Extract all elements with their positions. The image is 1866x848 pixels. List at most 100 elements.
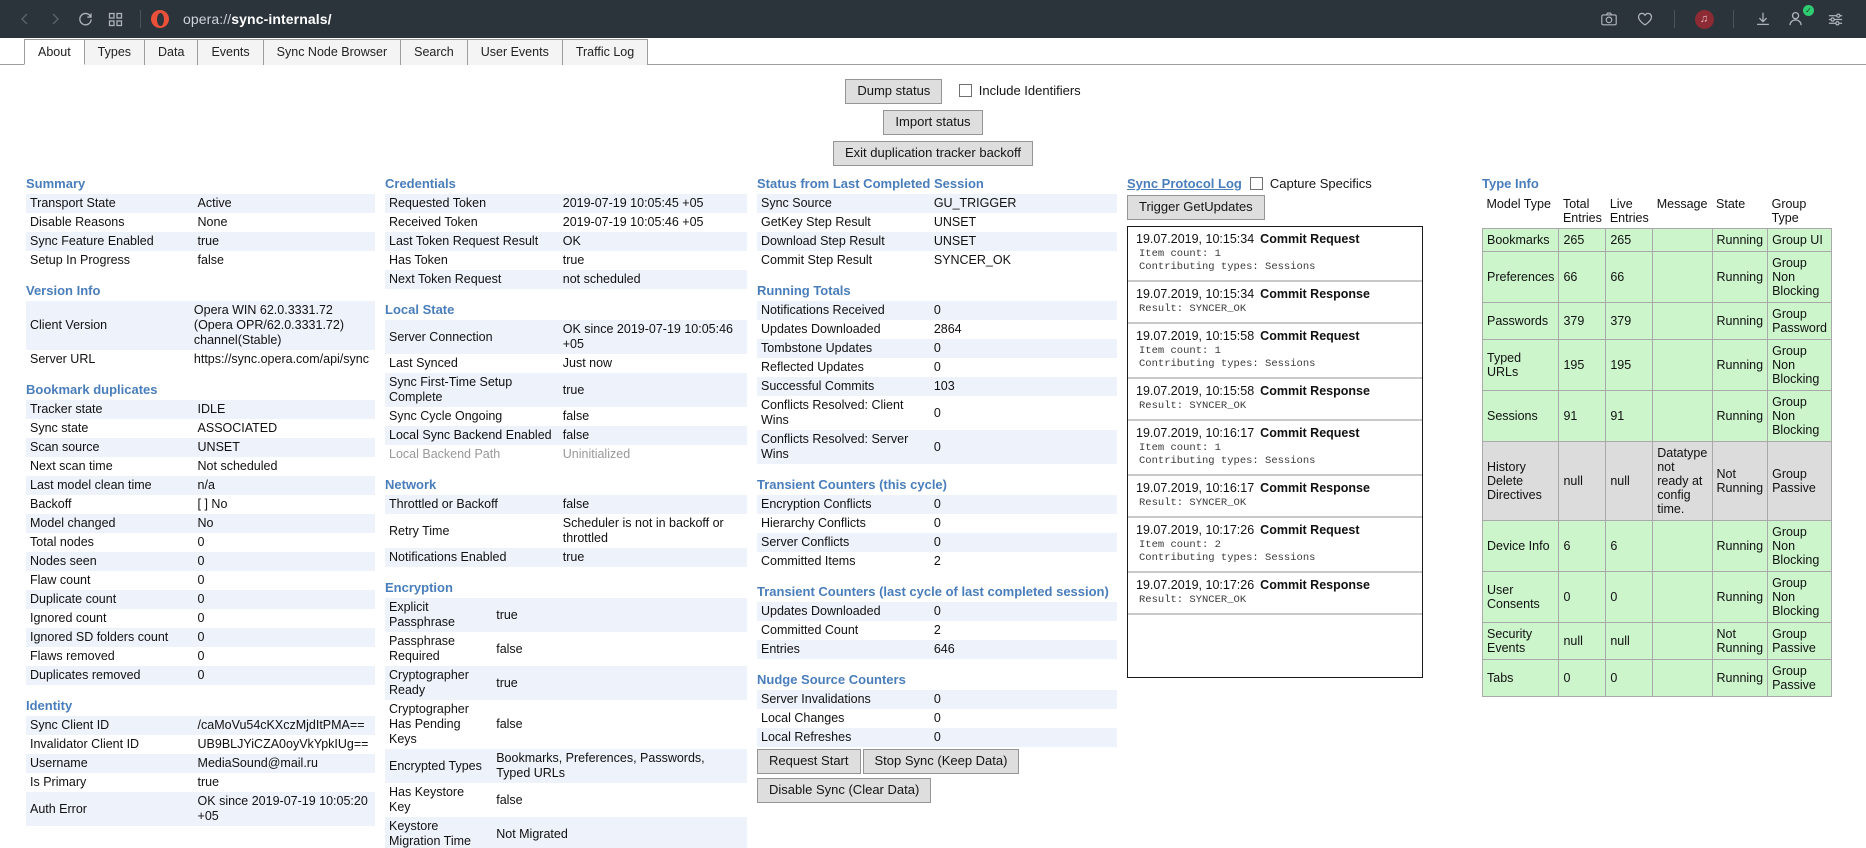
protocol-log-entry[interactable]: 19.07.2019, 10:15:34 Commit Response Resul… — [1128, 282, 1422, 324]
row-key: Hierarchy Conflicts — [757, 514, 930, 533]
protocol-log-entry[interactable]: 19.07.2019, 10:15:58 Commit Response Resul… — [1128, 379, 1422, 421]
protocol-log-list[interactable]: 19.07.2019, 10:15:34 Commit Request Item c… — [1127, 226, 1423, 678]
row-key: Backoff — [26, 495, 194, 514]
cell-live-entries: 265 — [1605, 228, 1654, 252]
row-key: Entries — [757, 640, 930, 659]
row-value: 0 — [193, 571, 375, 590]
table-row: Server URL https://sync.opera.com/api/syn… — [26, 350, 375, 369]
include-identifiers-checkbox[interactable] — [958, 84, 972, 98]
tab-traffic-log[interactable]: Traffic Log — [561, 39, 649, 65]
row-value: Not Migrated — [492, 817, 747, 848]
type-info-row: History Delete Directives null null Datatyp… — [1481, 441, 1832, 521]
log-entry-header: 19.07.2019, 10:17:26 Commit Request — [1136, 523, 1416, 537]
type-info-body: Bookmarks 265 265 Running Group UI Preference… — [1481, 228, 1832, 697]
tab-types[interactable]: Types — [83, 39, 146, 65]
trigger-getupdates-button[interactable]: Trigger GetUpdates — [1127, 195, 1265, 220]
tab-events[interactable]: Events — [197, 39, 264, 65]
row-key: Notifications Received — [757, 301, 930, 320]
camera-icon[interactable] — [1592, 4, 1626, 34]
forward-arrow-icon[interactable] — [40, 4, 70, 34]
tab-sync-node-browser[interactable]: Sync Node Browser — [262, 39, 402, 65]
row-value: 0 — [929, 709, 1117, 728]
row-key: Explicit Passphrase — [385, 598, 493, 632]
music-note-icon[interactable]: ♫ — [1687, 4, 1721, 34]
tab-data[interactable]: Data — [144, 39, 199, 65]
row-value: 2019-07-19 10:05:45 +05 — [558, 194, 747, 213]
row-value: UB9BLJYiCZA0oyVkYpkIUg== — [193, 735, 375, 754]
table-row: Setup In Progress false — [26, 251, 375, 270]
th-message: Message — [1652, 194, 1713, 229]
stop-sync-button[interactable]: Stop Sync (Keep Data) — [862, 749, 1020, 774]
row-value: 2019-07-19 10:05:46 +05 — [558, 213, 747, 232]
cell-message — [1652, 390, 1713, 442]
easy-setup-sliders-icon[interactable] — [1818, 4, 1852, 34]
reload-icon[interactable] — [70, 4, 100, 34]
log-entry-header: 19.07.2019, 10:16:17 Commit Response — [1136, 481, 1416, 495]
heart-icon[interactable] — [1628, 4, 1662, 34]
cell-model-type: Sessions — [1481, 390, 1560, 442]
protocol-log-entry[interactable]: 19.07.2019, 10:15:34 Commit Request Item c… — [1128, 227, 1422, 282]
protocol-log-entry[interactable]: 19.07.2019, 10:17:26 Commit Request Item c… — [1128, 518, 1422, 573]
log-entry-time: 19.07.2019, 10:15:58 — [1136, 329, 1255, 343]
row-key: Total nodes — [26, 533, 194, 552]
table-row: Local Changes 0 — [757, 709, 1117, 728]
capture-specifics-checkbox[interactable] — [1249, 177, 1263, 190]
log-entry-type: Commit Response — [1260, 384, 1370, 398]
tab-search[interactable]: Search — [400, 39, 468, 65]
table-local-state: Server Connection OK since 2019-07-19 10:… — [385, 320, 747, 464]
protocol-log-entry[interactable]: 19.07.2019, 10:16:17 Commit Response Resul… — [1128, 476, 1422, 518]
back-arrow-icon[interactable] — [10, 4, 40, 34]
section-title-sync-protocol-log[interactable]: Sync Protocol Log — [1127, 176, 1242, 191]
toolbar-divider-3 — [1733, 10, 1734, 28]
row-key: Last Token Request Result — [385, 232, 559, 251]
column-session-status: Status from Last Completed Session Sync … — [757, 176, 1127, 805]
log-entry-type: Commit Request — [1260, 232, 1360, 246]
import-status-button[interactable]: Import status — [883, 110, 983, 135]
protocol-log-entry[interactable]: 19.07.2019, 10:17:26 Commit Response Resul… — [1128, 573, 1422, 615]
tab-user-events[interactable]: User Events — [466, 39, 563, 65]
protocol-log-entry[interactable]: 19.07.2019, 10:15:58 Commit Request Item c… — [1128, 324, 1422, 379]
request-start-button[interactable]: Request Start — [757, 749, 861, 774]
capture-specifics-checkbox-label[interactable]: Capture Specifics — [1249, 176, 1372, 191]
row-value: Not scheduled — [193, 457, 375, 476]
table-status-last-session: Sync Source GU_TRIGGER GetKey Step Result U… — [757, 194, 1117, 270]
cell-group-type: Group Password — [1767, 302, 1832, 340]
include-identifiers-checkbox-label[interactable]: Include Identifiers — [958, 84, 1081, 98]
table-credentials: Requested Token 2019-07-19 10:05:45 +05 Re… — [385, 194, 747, 289]
row-value: UNSET — [193, 438, 375, 457]
row-value: true — [193, 232, 375, 251]
row-value: 0 — [929, 514, 1117, 533]
cell-live-entries: null — [1605, 622, 1654, 660]
row-key: Disable Reasons — [26, 213, 194, 232]
table-row: Reflected Updates 0 — [757, 358, 1117, 377]
address-bar[interactable]: opera://sync-internals/ — [183, 11, 332, 27]
row-key: Is Primary — [26, 773, 194, 792]
profile-avatar-icon[interactable]: ✓ — [1782, 4, 1816, 34]
exit-duplication-tracker-backoff-button[interactable]: Exit duplication tracker backoff — [832, 141, 1034, 166]
row-value: true — [558, 251, 747, 270]
row-key: Transport State — [26, 194, 194, 213]
cell-message: Datatype not ready at config time. — [1652, 441, 1713, 521]
row-key: Updates Downloaded — [757, 320, 930, 339]
log-entry-type: Commit Response — [1260, 578, 1370, 592]
log-entry-header: 19.07.2019, 10:15:34 Commit Response — [1136, 287, 1416, 301]
cell-group-type: Group Passive — [1767, 441, 1832, 521]
row-key: Setup In Progress — [26, 251, 194, 270]
row-key: Nodes seen — [26, 552, 194, 571]
row-key: Last model clean time — [26, 476, 194, 495]
workspaces-grid-icon[interactable] — [100, 4, 130, 34]
log-entry-type: Commit Request — [1260, 523, 1360, 537]
row-value: false — [193, 251, 375, 270]
cell-group-type: Group Non Blocking — [1767, 339, 1832, 391]
row-value: 0 — [193, 666, 375, 685]
protocol-log-entry[interactable]: 19.07.2019, 10:16:17 Commit Request Item c… — [1128, 421, 1422, 476]
log-entry-header: 19.07.2019, 10:16:17 Commit Request — [1136, 426, 1416, 440]
tab-about[interactable]: About — [24, 39, 85, 65]
row-value: 0 — [929, 430, 1117, 464]
dump-status-button[interactable]: Dump status — [845, 79, 943, 104]
table-row: Updates Downloaded 2864 — [757, 320, 1117, 339]
download-icon[interactable] — [1746, 4, 1780, 34]
disable-sync-button[interactable]: Disable Sync (Clear Data) — [757, 778, 932, 803]
row-key: Username — [26, 754, 194, 773]
row-value: 0 — [193, 647, 375, 666]
